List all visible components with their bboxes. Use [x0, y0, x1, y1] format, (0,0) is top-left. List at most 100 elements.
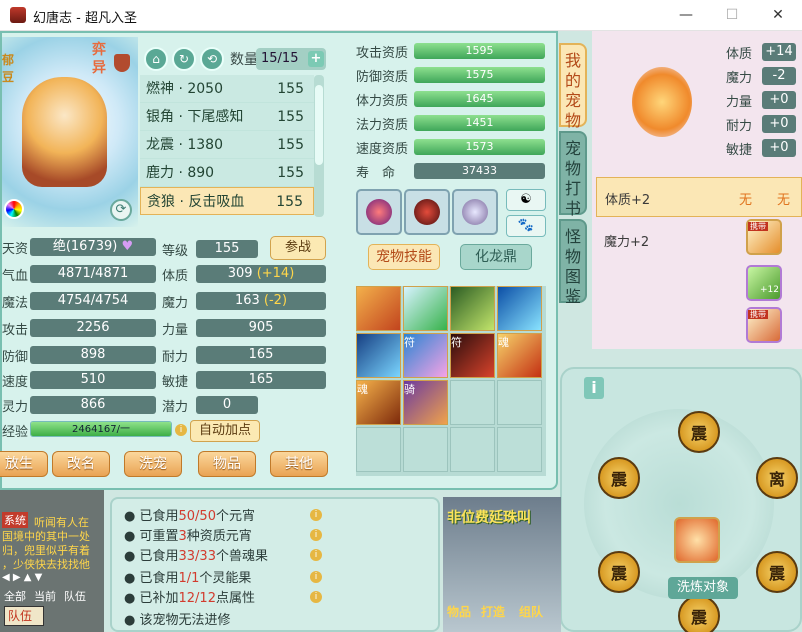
scene-tile-items[interactable]: 物品: [447, 603, 471, 620]
maximize-button[interactable]: ☐: [712, 4, 752, 26]
rotate-model-button[interactable]: ⟳: [110, 199, 132, 221]
cycle-icon[interactable]: ⟲: [200, 47, 224, 71]
attr-label: 耐力: [726, 119, 753, 134]
skill-slot-empty[interactable]: [450, 380, 495, 425]
skill-slot-empty[interactable]: [356, 427, 401, 472]
rune-slot[interactable]: 震: [678, 411, 720, 453]
pet-list-item[interactable]: 燃神 · 2050 155: [140, 75, 314, 103]
minimize-button[interactable]: —: [666, 4, 706, 26]
bonus-text: 魔力+2: [604, 235, 650, 250]
release-button[interactable]: 放生: [0, 451, 48, 477]
add-slot-button[interactable]: +: [308, 51, 324, 67]
info-icon[interactable]: i: [310, 529, 322, 541]
fire-emblem-icon: [632, 67, 692, 137]
color-dye-icon[interactable]: [4, 199, 24, 219]
bonus-row-selected[interactable]: 体质+2 无 无: [596, 177, 802, 217]
skill-slot-empty[interactable]: [497, 427, 542, 472]
pet-list-item[interactable]: 银角 · 下尾感知 155: [140, 103, 314, 131]
feeding-info-panel: ● 已食用50/50个元宵 ● 可重置3种资质元宵 ● 已食用33/33个兽魂果…: [110, 497, 440, 632]
skill-slot[interactable]: 魂: [356, 380, 401, 425]
wash-target-avatar[interactable]: [674, 517, 720, 563]
tab-pet-skills[interactable]: 宠物技能: [368, 244, 440, 270]
skill-slot[interactable]: 符: [450, 333, 495, 378]
carry-item-slot-2[interactable]: 携带: [746, 307, 782, 343]
info-icon[interactable]: i: [175, 424, 187, 436]
skill-slot[interactable]: 骑: [403, 380, 448, 425]
scrollbar-thumb[interactable]: [315, 85, 323, 165]
window-title: 幻唐志 - 超凡入圣: [33, 11, 137, 26]
exp-text: 2464167/一: [72, 424, 130, 435]
shield-icon[interactable]: [114, 54, 130, 72]
equip-slot-collar[interactable]: [356, 189, 402, 235]
close-button[interactable]: ✕: [758, 4, 798, 26]
stat-label: 防御: [2, 350, 29, 365]
skill-slot[interactable]: [403, 286, 448, 331]
skill-slot-empty[interactable]: [450, 427, 495, 472]
stat-value: 905: [196, 319, 326, 337]
side-tab-my-pets[interactable]: 我的宠物: [559, 43, 587, 130]
attribute-panel: 体质 +14 魔力 -2 力量 +0 耐力 +0 敏捷 +0 体质+2 无 无 魔力+2 …: [592, 31, 802, 349]
chat-filter-all[interactable]: 全部: [4, 588, 26, 604]
skill-slot[interactable]: [497, 286, 542, 331]
rune-slot[interactable]: 震: [756, 551, 798, 593]
info-line: ● 可重置3种资质元宵: [124, 529, 252, 544]
rune-slot[interactable]: 离: [756, 457, 798, 499]
aptitude-label: 防御资质: [356, 70, 409, 85]
refresh-icon[interactable]: ↻: [172, 47, 196, 71]
side-tab-pet-books[interactable]: 宠物打书: [559, 131, 587, 218]
item-count: +12: [760, 285, 779, 295]
tab-dragon-cauldron[interactable]: 化龙鼎: [460, 244, 532, 270]
collar-icon: [366, 199, 392, 225]
side-tab-monster-guide[interactable]: 怪物图鉴: [559, 219, 587, 306]
rune-slot[interactable]: 震: [598, 551, 640, 593]
skill-slot[interactable]: [356, 286, 401, 331]
pet-list-scrollbar[interactable]: [314, 75, 324, 217]
chat-filter-team[interactable]: 队伍: [64, 588, 86, 604]
stat-label: 攻击: [2, 323, 29, 338]
info-line: ● 已食用1/1个灵能果: [124, 571, 252, 586]
chat-filter-current[interactable]: 当前: [34, 588, 56, 604]
chat-arrows[interactable]: ◀ ▶ ▲ ▼: [2, 572, 42, 583]
home-icon[interactable]: ⌂: [144, 47, 168, 71]
other-button[interactable]: 其他: [270, 451, 328, 477]
info-icon[interactable]: i: [310, 549, 322, 561]
attr-endurance: 耐力 +0: [726, 115, 796, 134]
auto-points-button[interactable]: 自动加点: [190, 420, 260, 442]
info-icon[interactable]: i: [310, 571, 322, 583]
attr-strength: 力量 +0: [726, 91, 796, 110]
equip-slot-armor[interactable]: [404, 189, 450, 235]
skill-slot-empty[interactable]: [403, 427, 448, 472]
skill-slot[interactable]: 符: [403, 333, 448, 378]
pet-list-item[interactable]: 鹿力 · 890 155: [140, 159, 314, 187]
attr-value: +14: [762, 43, 796, 61]
pet-level: 155: [277, 81, 304, 97]
paw-button[interactable]: 🐾: [506, 215, 546, 237]
rune-slot[interactable]: 震: [678, 595, 720, 632]
rune-slot[interactable]: 震: [598, 457, 640, 499]
system-tag: 系统: [2, 512, 28, 528]
pet-list-item[interactable]: 龙震 · 1380 155: [140, 131, 314, 159]
skill-slot[interactable]: 魂: [497, 333, 542, 378]
rename-button[interactable]: 改名: [52, 451, 110, 477]
skill-slot-empty[interactable]: [497, 380, 542, 425]
yin-yang-button[interactable]: ☯: [506, 189, 546, 211]
stat-magic: 魔力 163 (-2): [162, 292, 330, 311]
scene-tile-forge[interactable]: 打造: [481, 603, 505, 620]
scene-tile-team[interactable]: 组队: [519, 603, 543, 620]
chat-channel-select[interactable]: 队伍: [4, 606, 44, 626]
skill-slot[interactable]: [450, 286, 495, 331]
pet-list-item-selected[interactable]: 贪狼 · 反击吸血 155: [140, 187, 314, 215]
info-icon[interactable]: i: [310, 509, 322, 521]
battle-button[interactable]: 参战: [270, 236, 326, 260]
wash-target-label[interactable]: 洗炼对象: [668, 577, 738, 599]
pet-name: 银角 · 下尾感知: [146, 109, 244, 125]
carry-item-slot[interactable]: 携带: [746, 219, 782, 255]
necklace-icon: [462, 199, 488, 225]
skill-slot[interactable]: [356, 333, 401, 378]
info-icon[interactable]: i: [584, 377, 604, 399]
book-item-slot[interactable]: +12: [746, 265, 782, 301]
equip-slot-necklace[interactable]: [452, 189, 498, 235]
info-icon[interactable]: i: [310, 591, 322, 603]
wash-pet-button[interactable]: 洗宠: [124, 451, 182, 477]
items-button[interactable]: 物品: [198, 451, 256, 477]
